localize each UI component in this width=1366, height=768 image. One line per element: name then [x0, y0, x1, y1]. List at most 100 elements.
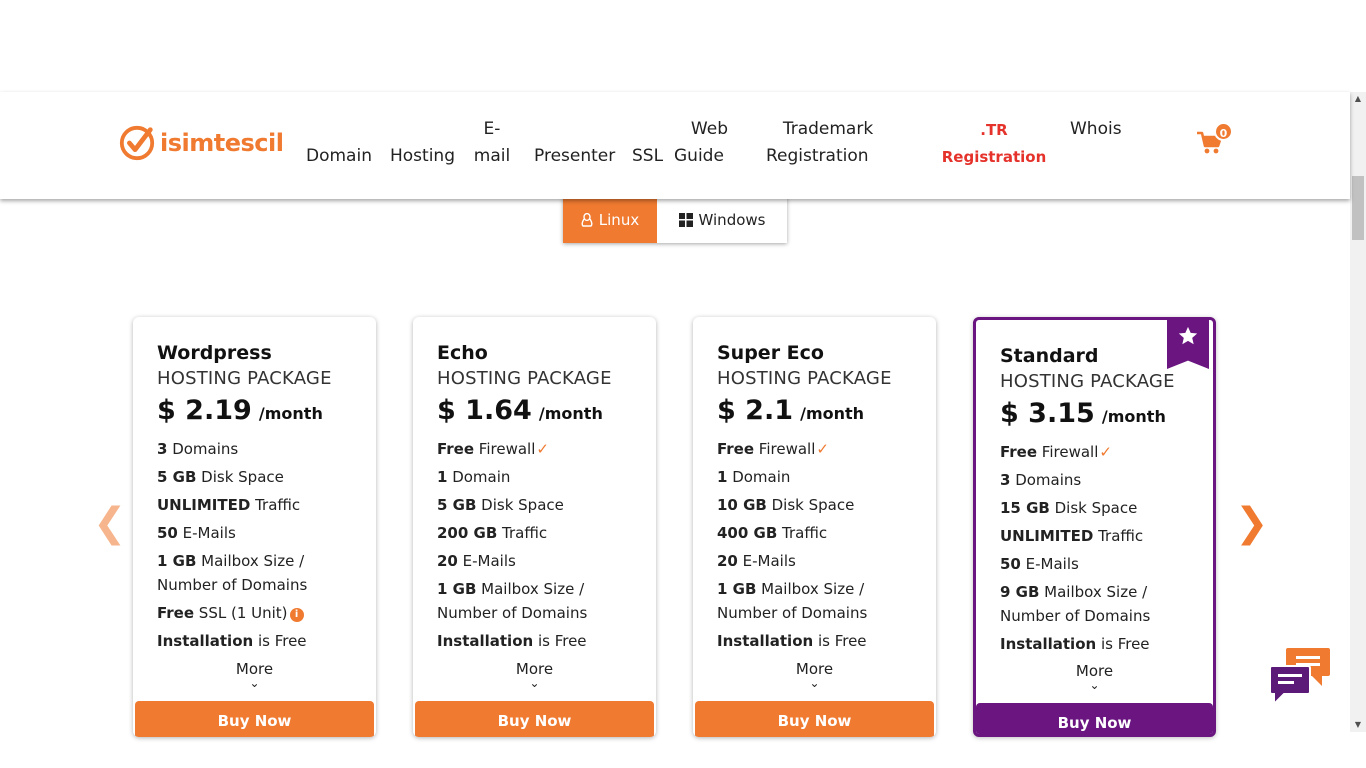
nav-tr-line2: Registration — [941, 148, 1047, 166]
buy-now-button[interactable]: Buy Now — [415, 701, 654, 737]
more-toggle[interactable]: More ⌄ — [693, 660, 936, 690]
logo-check-icon — [119, 125, 155, 161]
linux-tux-icon — [581, 212, 593, 227]
price-amount: $ 2.1 — [717, 395, 794, 426]
cart-button[interactable]: 0 — [1196, 122, 1236, 156]
site-header: isimtescil Domain Hosting E- mail Presen… — [0, 92, 1350, 199]
feature-item: Installation is Free — [437, 632, 587, 650]
feature-item: 1 GB Mailbox Size / Number of Domains — [717, 580, 868, 622]
carousel-next-arrow-icon[interactable]: ❯ — [1235, 500, 1269, 546]
price-amount: $ 1.64 — [437, 395, 532, 426]
feature-item: UNLIMITED Traffic — [157, 496, 301, 514]
feature-item: 9 GB Mailbox Size / Number of Domains — [1000, 583, 1151, 625]
price-amount: $ 2.19 — [157, 395, 252, 426]
buy-now-button[interactable]: Buy Now — [135, 701, 374, 737]
more-toggle[interactable]: More ⌄ — [413, 660, 656, 690]
chevron-down-icon: ⌄ — [249, 676, 260, 690]
price-period: /month — [538, 404, 603, 423]
logo[interactable]: isimtescil — [118, 124, 284, 162]
feature-item: 3 Domains — [157, 440, 239, 458]
live-chat-button[interactable] — [1266, 646, 1332, 710]
nav-trademark-registration[interactable]: Trademark Registration — [764, 116, 892, 170]
package-price: $ 2.1 /month — [717, 393, 926, 432]
feature-item: 1 Domain — [717, 468, 791, 486]
nav-hosting[interactable]: Hosting — [390, 143, 455, 170]
live-chat-icon — [1269, 648, 1330, 707]
package-subtitle: HOSTING PACKAGE — [437, 368, 612, 389]
feature-item: 400 GB Traffic — [717, 524, 828, 542]
package-name: Standard — [1000, 345, 1099, 367]
carousel-prev-arrow-icon[interactable]: ❮ — [93, 500, 127, 546]
windows-logo-icon — [678, 212, 693, 227]
feature-item: Free Firewall✓ — [437, 440, 549, 458]
feature-item: 3 Domains — [1000, 471, 1082, 489]
nav-ssl[interactable]: SSL — [632, 143, 663, 170]
info-icon[interactable]: i — [289, 608, 304, 622]
package-subtitle: HOSTING PACKAGE — [1000, 371, 1175, 392]
nav-web-guide-line1: Web — [690, 119, 728, 139]
feature-item: 50 E-Mails — [1000, 555, 1079, 573]
nav-email-line2: mail — [473, 146, 511, 166]
tab-windows-label: Windows — [698, 210, 766, 229]
scroll-down-arrow-icon[interactable]: ▼ — [1350, 718, 1366, 732]
package-name: Wordpress — [157, 342, 272, 364]
feature-item: 10 GB Disk Space — [717, 496, 855, 514]
buy-now-button[interactable]: Buy Now — [976, 703, 1213, 734]
feature-item: 5 GB Disk Space — [157, 468, 284, 486]
feature-item: Installation is Free — [717, 632, 867, 650]
feature-item: 15 GB Disk Space — [1000, 499, 1138, 517]
tab-linux[interactable]: Linux — [563, 196, 657, 243]
feature-item: 20 E-Mails — [717, 552, 796, 570]
nav-trademark-line2: Registration — [766, 146, 869, 166]
nav-email[interactable]: E- mail — [471, 116, 513, 170]
price-amount: $ 3.15 — [1000, 398, 1095, 429]
package-name: Super Eco — [717, 342, 824, 364]
package-card-standard: Standard HOSTING PACKAGE $ 3.15 /month F… — [973, 317, 1216, 737]
chevron-down-icon: ⌄ — [529, 676, 540, 690]
feature-item: 1 GB Mailbox Size / Number of Domains — [157, 552, 308, 594]
feature-item: 5 GB Disk Space — [437, 496, 564, 514]
logo-text: isimtescil — [160, 129, 284, 157]
feature-item: UNLIMITED Traffic — [1000, 527, 1144, 545]
tab-windows[interactable]: Windows — [657, 196, 787, 243]
scroll-up-arrow-icon[interactable]: ▲ — [1350, 92, 1366, 106]
package-price: $ 2.19 /month — [157, 393, 366, 432]
package-price: $ 1.64 /month — [437, 393, 646, 432]
nav-domain[interactable]: Domain — [306, 143, 372, 170]
more-toggle[interactable]: More ⌄ — [976, 662, 1213, 692]
nav-whois[interactable]: Whois — [1070, 116, 1122, 143]
price-period: /month — [800, 404, 865, 423]
check-icon: ✓ — [1099, 443, 1112, 461]
buy-now-button[interactable]: Buy Now — [695, 701, 934, 737]
nav-tr-registration[interactable]: .TR Registration — [938, 117, 1050, 171]
scroll-thumb[interactable] — [1352, 176, 1364, 240]
price-period: /month — [258, 404, 323, 423]
nav-presenter[interactable]: Presenter — [534, 143, 615, 170]
chevron-down-icon: ⌄ — [809, 676, 820, 690]
package-card-echo: Echo HOSTING PACKAGE $ 1.64 /month Free … — [413, 317, 656, 737]
feature-item: 50 E-Mails — [157, 524, 236, 542]
feature-item: Free Firewall✓ — [717, 440, 829, 458]
feature-item: 1 Domain — [437, 468, 511, 486]
tab-linux-label: Linux — [598, 210, 640, 229]
cart-count-badge: 0 — [1214, 122, 1233, 141]
nav-email-line1: E- — [483, 119, 501, 139]
package-price: $ 3.15 /month — [1000, 396, 1203, 435]
feature-item: 1 GB Mailbox Size / Number of Domains — [437, 580, 588, 622]
feature-item: Free SSL (1 Unit) i — [157, 599, 366, 627]
feature-item: Installation is Free — [1000, 635, 1150, 653]
check-icon: ✓ — [536, 440, 549, 458]
feature-item: Free Firewall✓ — [1000, 443, 1112, 461]
page-scrollbar[interactable]: ▲ ▼ — [1350, 92, 1366, 732]
nav-web-guide[interactable]: Web Guide — [672, 116, 738, 170]
package-card-wordpress: Wordpress HOSTING PACKAGE $ 2.19 /month … — [133, 317, 376, 737]
feature-item: 200 GB Traffic — [437, 524, 548, 542]
os-tabs: Linux Windows — [563, 196, 787, 243]
nav-web-guide-line2: Guide — [674, 146, 724, 166]
nav-tr-line1: .TR — [980, 121, 1008, 139]
price-period: /month — [1101, 407, 1166, 426]
package-subtitle: HOSTING PACKAGE — [157, 368, 332, 389]
check-icon: ✓ — [816, 440, 829, 458]
more-toggle[interactable]: More ⌄ — [133, 660, 376, 690]
chevron-down-icon: ⌄ — [1089, 678, 1100, 692]
